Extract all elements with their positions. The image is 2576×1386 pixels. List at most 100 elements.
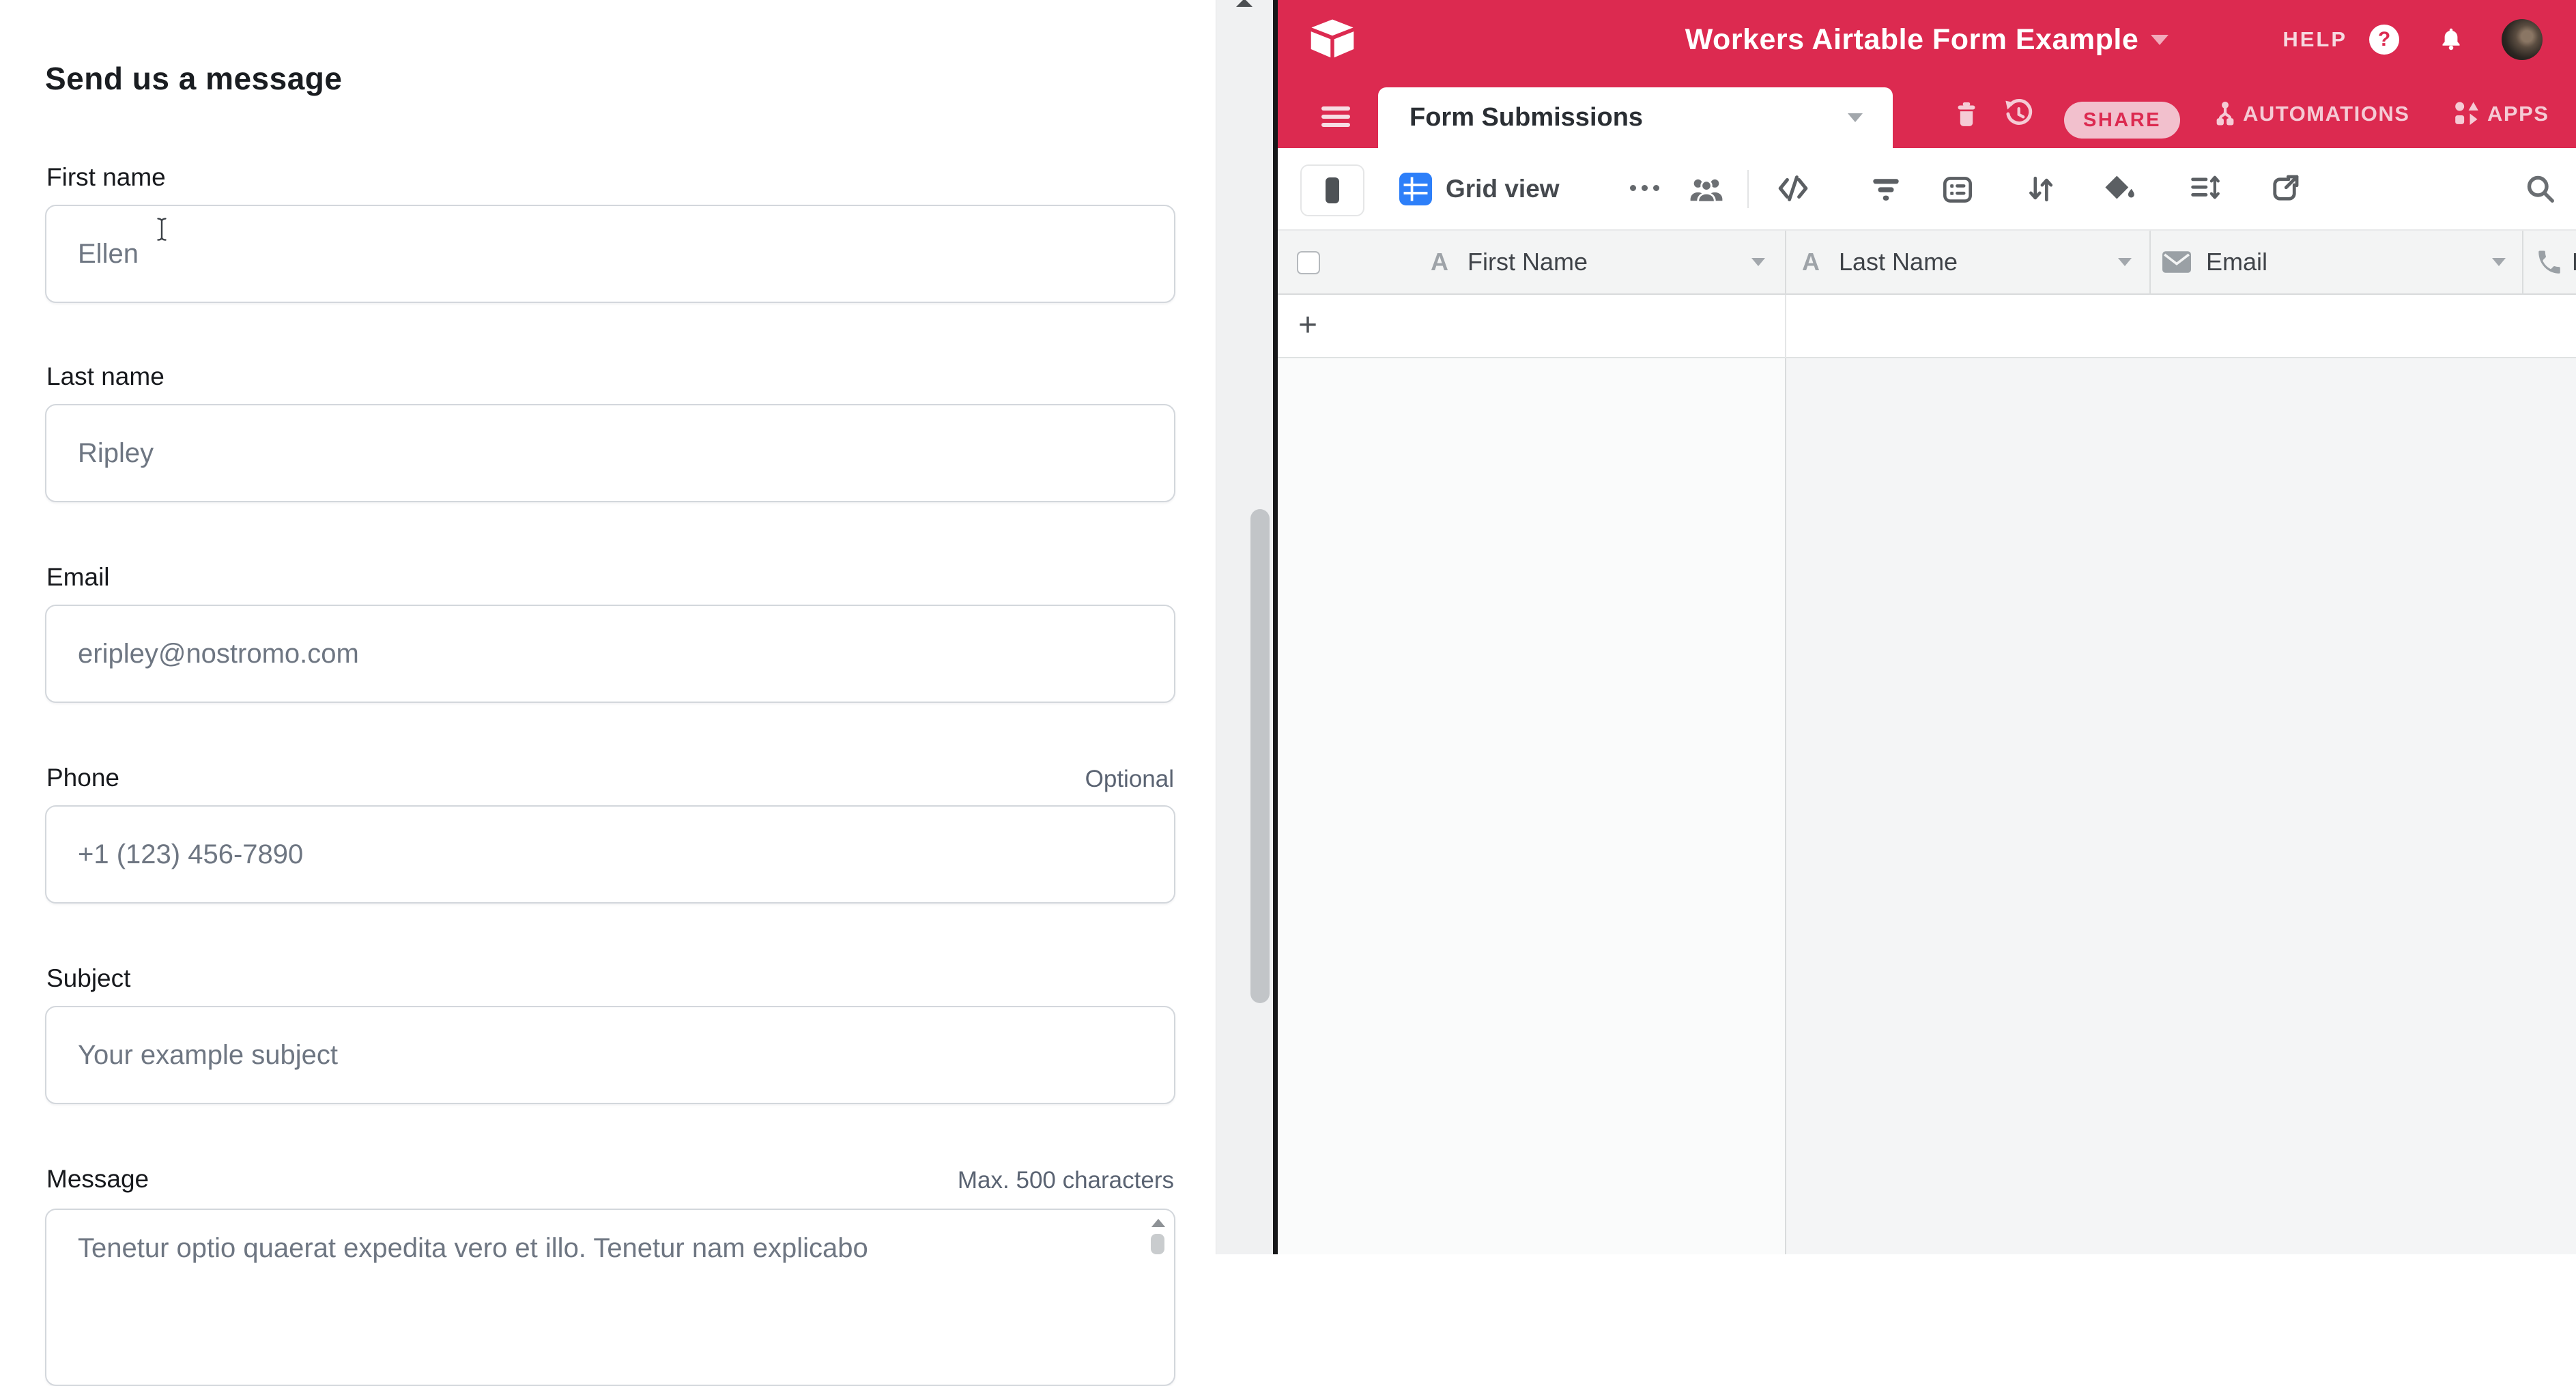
plus-icon[interactable]: + — [1298, 295, 1317, 356]
more-options-icon[interactable] — [1630, 185, 1659, 191]
filter-button[interactable] — [1870, 175, 1902, 207]
hide-fields-button[interactable] — [1776, 173, 1810, 207]
subject-input[interactable] — [45, 1006, 1175, 1104]
last-name-input[interactable] — [45, 404, 1175, 502]
column-header-email[interactable]: Email — [2149, 231, 2522, 295]
left-window-scrollbar[interactable] — [1216, 0, 1273, 1254]
field-message: Message Max. 500 characters — [45, 1164, 1175, 1309]
delete-table-button[interactable] — [1952, 79, 1981, 148]
field-last-name: Last name — [45, 362, 1175, 506]
bell-icon — [2437, 26, 2465, 53]
textarea-scrollbar[interactable] — [1149, 1215, 1167, 1254]
menu-icon[interactable] — [1321, 106, 1350, 127]
phone-field[interactable] — [45, 805, 1175, 904]
envelope-icon — [2162, 251, 2191, 276]
column-header-first-name[interactable]: A First Name — [1278, 231, 1785, 295]
phone-label: Phone — [46, 763, 119, 793]
chevron-down-icon[interactable] — [2118, 258, 2132, 266]
share-label: SHARE — [2083, 109, 2161, 132]
textarea-scrollbar-thumb[interactable] — [1151, 1234, 1164, 1254]
view-toolbar: Grid view — [1278, 148, 2576, 231]
frozen-column-area — [1278, 358, 1785, 1254]
scrollbar-up-arrow-icon[interactable] — [1236, 0, 1253, 7]
text-cursor-icon — [154, 216, 169, 243]
column-divider — [1785, 295, 1786, 358]
tab-label: Form Submissions — [1409, 87, 1643, 148]
question-mark-icon: ? — [2378, 28, 2390, 51]
phone-optional-hint: Optional — [1085, 764, 1174, 794]
apps-button[interactable] — [2452, 79, 2482, 148]
paint-bucket-icon — [2102, 173, 2136, 204]
chevron-down-icon[interactable] — [1751, 258, 1765, 266]
column-header-phone[interactable]: P — [2522, 231, 2576, 295]
grid-body — [1278, 358, 2576, 1254]
group-button[interactable] — [1942, 174, 1973, 209]
tab-form-submissions[interactable]: Form Submissions — [1378, 87, 1893, 148]
row-height-button[interactable] — [2188, 173, 2221, 207]
help-button[interactable]: HELP — [2282, 27, 2347, 52]
message-maxchars-hint: Max. 500 characters — [958, 1166, 1174, 1196]
user-avatar[interactable] — [2502, 19, 2543, 60]
automations-button[interactable] — [2210, 79, 2240, 148]
toolbar-divider — [1747, 170, 1749, 208]
window-divider — [1273, 0, 1278, 1254]
chevron-down-icon — [1848, 113, 1863, 122]
search-icon — [2524, 173, 2557, 205]
form-title: Send us a message — [45, 60, 342, 97]
message-label: Message — [46, 1164, 149, 1194]
chevron-down-icon[interactable] — [2492, 258, 2506, 266]
column-header-last-name[interactable]: A Last Name — [1785, 231, 2149, 295]
group-icon — [1942, 174, 1973, 205]
apps-label[interactable]: APPS — [2487, 79, 2549, 148]
collaborators-button[interactable] — [1689, 175, 1724, 207]
topbar-actions: HELP ? — [2282, 0, 2543, 79]
scroll-up-arrow-icon[interactable] — [1151, 1219, 1165, 1227]
first-name-input[interactable] — [45, 205, 1175, 303]
add-record-row[interactable]: + — [1278, 295, 2576, 358]
sort-button[interactable] — [2024, 173, 2056, 209]
share-view-button[interactable] — [2268, 173, 2301, 209]
text-field-icon: A — [1431, 231, 1448, 293]
scrollbar-thumb[interactable] — [1250, 509, 1270, 1003]
trash-icon — [1952, 98, 1981, 130]
notifications-button[interactable] — [2437, 26, 2465, 53]
chevron-down-icon — [2151, 35, 2169, 45]
table-tab-bar: Form Submissions SHARE AUTOMATIONS — [1278, 79, 2576, 148]
people-icon — [1689, 175, 1724, 204]
row-height-icon — [2188, 173, 2221, 204]
field-subject: Subject — [45, 964, 1175, 1108]
contact-form-panel: Send us a message First name Last name E… — [0, 0, 1216, 1254]
automations-label[interactable]: AUTOMATIONS — [2243, 79, 2409, 148]
hide-fields-icon — [1776, 173, 1810, 204]
field-phone: Phone Optional — [45, 763, 1175, 908]
history-icon — [2003, 98, 2034, 130]
search-button[interactable] — [2524, 173, 2557, 209]
frozen-column-divider[interactable] — [1785, 358, 1786, 1254]
filter-icon — [1870, 175, 1902, 204]
phone-icon — [2535, 248, 2564, 280]
open-external-icon — [2268, 173, 2301, 205]
color-button[interactable] — [2102, 173, 2136, 207]
view-name-label[interactable]: Grid view — [1446, 148, 1560, 229]
field-email: Email — [45, 562, 1175, 707]
help-circle-button[interactable]: ? — [2369, 25, 2399, 55]
history-button[interactable] — [2003, 79, 2034, 148]
airtable-topbar: Workers Airtable Form Example HELP ? — [1278, 0, 2576, 79]
share-button[interactable]: SHARE — [2064, 102, 2180, 139]
field-first-name: First name — [45, 162, 1175, 307]
base-title: Workers Airtable Form Example — [1685, 23, 2139, 57]
airtable-window: Workers Airtable Form Example HELP ? For… — [1278, 0, 2576, 1254]
sidebar-panel-icon — [1326, 177, 1339, 203]
apps-icon — [2452, 99, 2482, 129]
email-field[interactable] — [45, 605, 1175, 703]
email-label: Email — [46, 562, 110, 592]
subject-label: Subject — [46, 964, 130, 994]
first-name-label: First name — [46, 162, 166, 192]
message-textarea[interactable] — [45, 1209, 1175, 1386]
views-sidebar-toggle-button[interactable] — [1300, 164, 1364, 216]
last-name-label: Last name — [46, 362, 164, 392]
text-field-icon: A — [1802, 231, 1820, 293]
table-header: A First Name A Last Name Email P — [1278, 231, 2576, 295]
grid-view-icon — [1399, 173, 1432, 209]
automations-icon — [2210, 98, 2240, 130]
